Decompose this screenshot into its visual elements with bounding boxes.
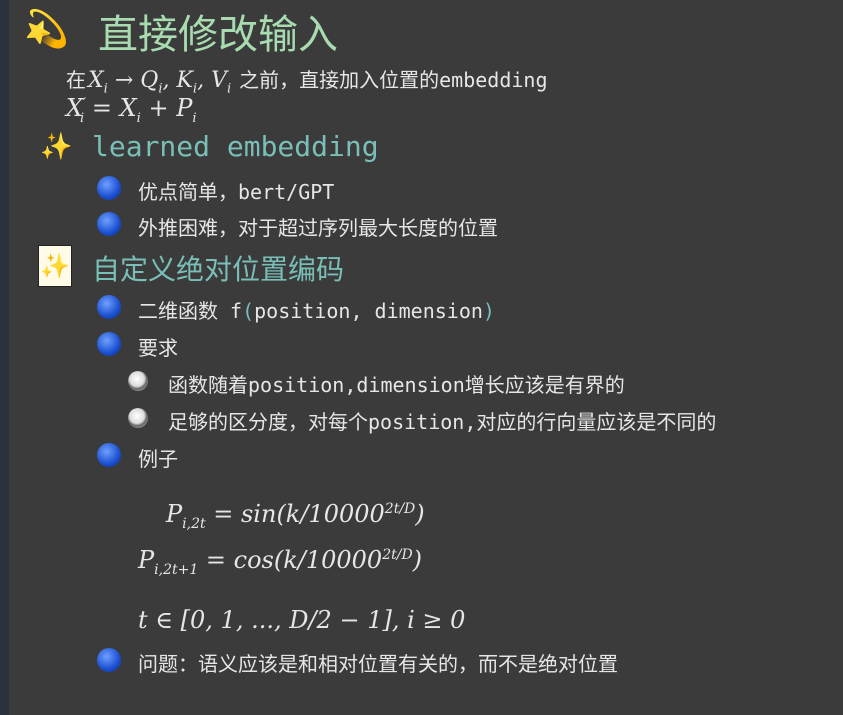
list-item: 二维函数 f(position, dimension) — [138, 295, 495, 324]
paren: ( — [242, 299, 255, 323]
bullet-icon — [97, 176, 121, 200]
section-heading-custom: 自定义绝对位置编码 — [92, 253, 345, 286]
sub-list-item: 函数随着position,dimension增长应该是有界的 — [168, 373, 625, 397]
section-heading-learned: learned embedding — [92, 130, 379, 163]
sparkles-icon: ✨ — [40, 132, 73, 162]
bullet-icon — [97, 332, 121, 356]
item-text: 二维函数 f — [138, 299, 243, 323]
formula-range: t ∈ [0, 1, ..., D/2 − 1], i ≥ 0 — [138, 606, 466, 634]
bullet-icon — [97, 212, 121, 236]
intro-prefix: 在 — [66, 68, 86, 92]
paren: ) — [482, 299, 495, 323]
formula-sin: Pi,2t = sin(k/100002t/D) — [166, 500, 425, 532]
list-item: 要求 — [138, 336, 178, 360]
bullet-icon — [97, 295, 121, 319]
intro-suffix: 之前，直接加入位置的embedding — [239, 68, 548, 92]
bullet-icon — [97, 443, 121, 467]
item-args: position, dimension — [254, 299, 483, 323]
intro-formula: X′i = Xi + Pi — [66, 94, 197, 126]
list-item: 外推困难，对于超过序列最大长度的位置 — [138, 216, 498, 240]
list-item: 例子 — [138, 447, 178, 471]
sub-list-item: 足够的区分度，对每个position,对应的行向量应该是不同的 — [168, 410, 717, 434]
list-item: 优点简单，bert/GPT — [138, 180, 335, 204]
page-title: 直接修改输入 — [98, 12, 338, 58]
shooting-star-icon: 💫 — [24, 9, 69, 50]
left-gutter — [0, 0, 9, 715]
formula-cos: Pi,2t+1 = cos(k/100002t/D) — [138, 546, 423, 578]
bullet-icon — [97, 648, 121, 672]
sparkles-icon: ✨ — [38, 245, 72, 287]
intro-line-1: 在Xi → Qi, Ki, Vi 之前，直接加入位置的embedding — [66, 68, 548, 97]
white-bullet-icon — [128, 408, 148, 428]
white-bullet-icon — [128, 371, 148, 391]
list-item: 问题：语义应该是和相对位置有关的，而不是绝对位置 — [138, 652, 618, 676]
